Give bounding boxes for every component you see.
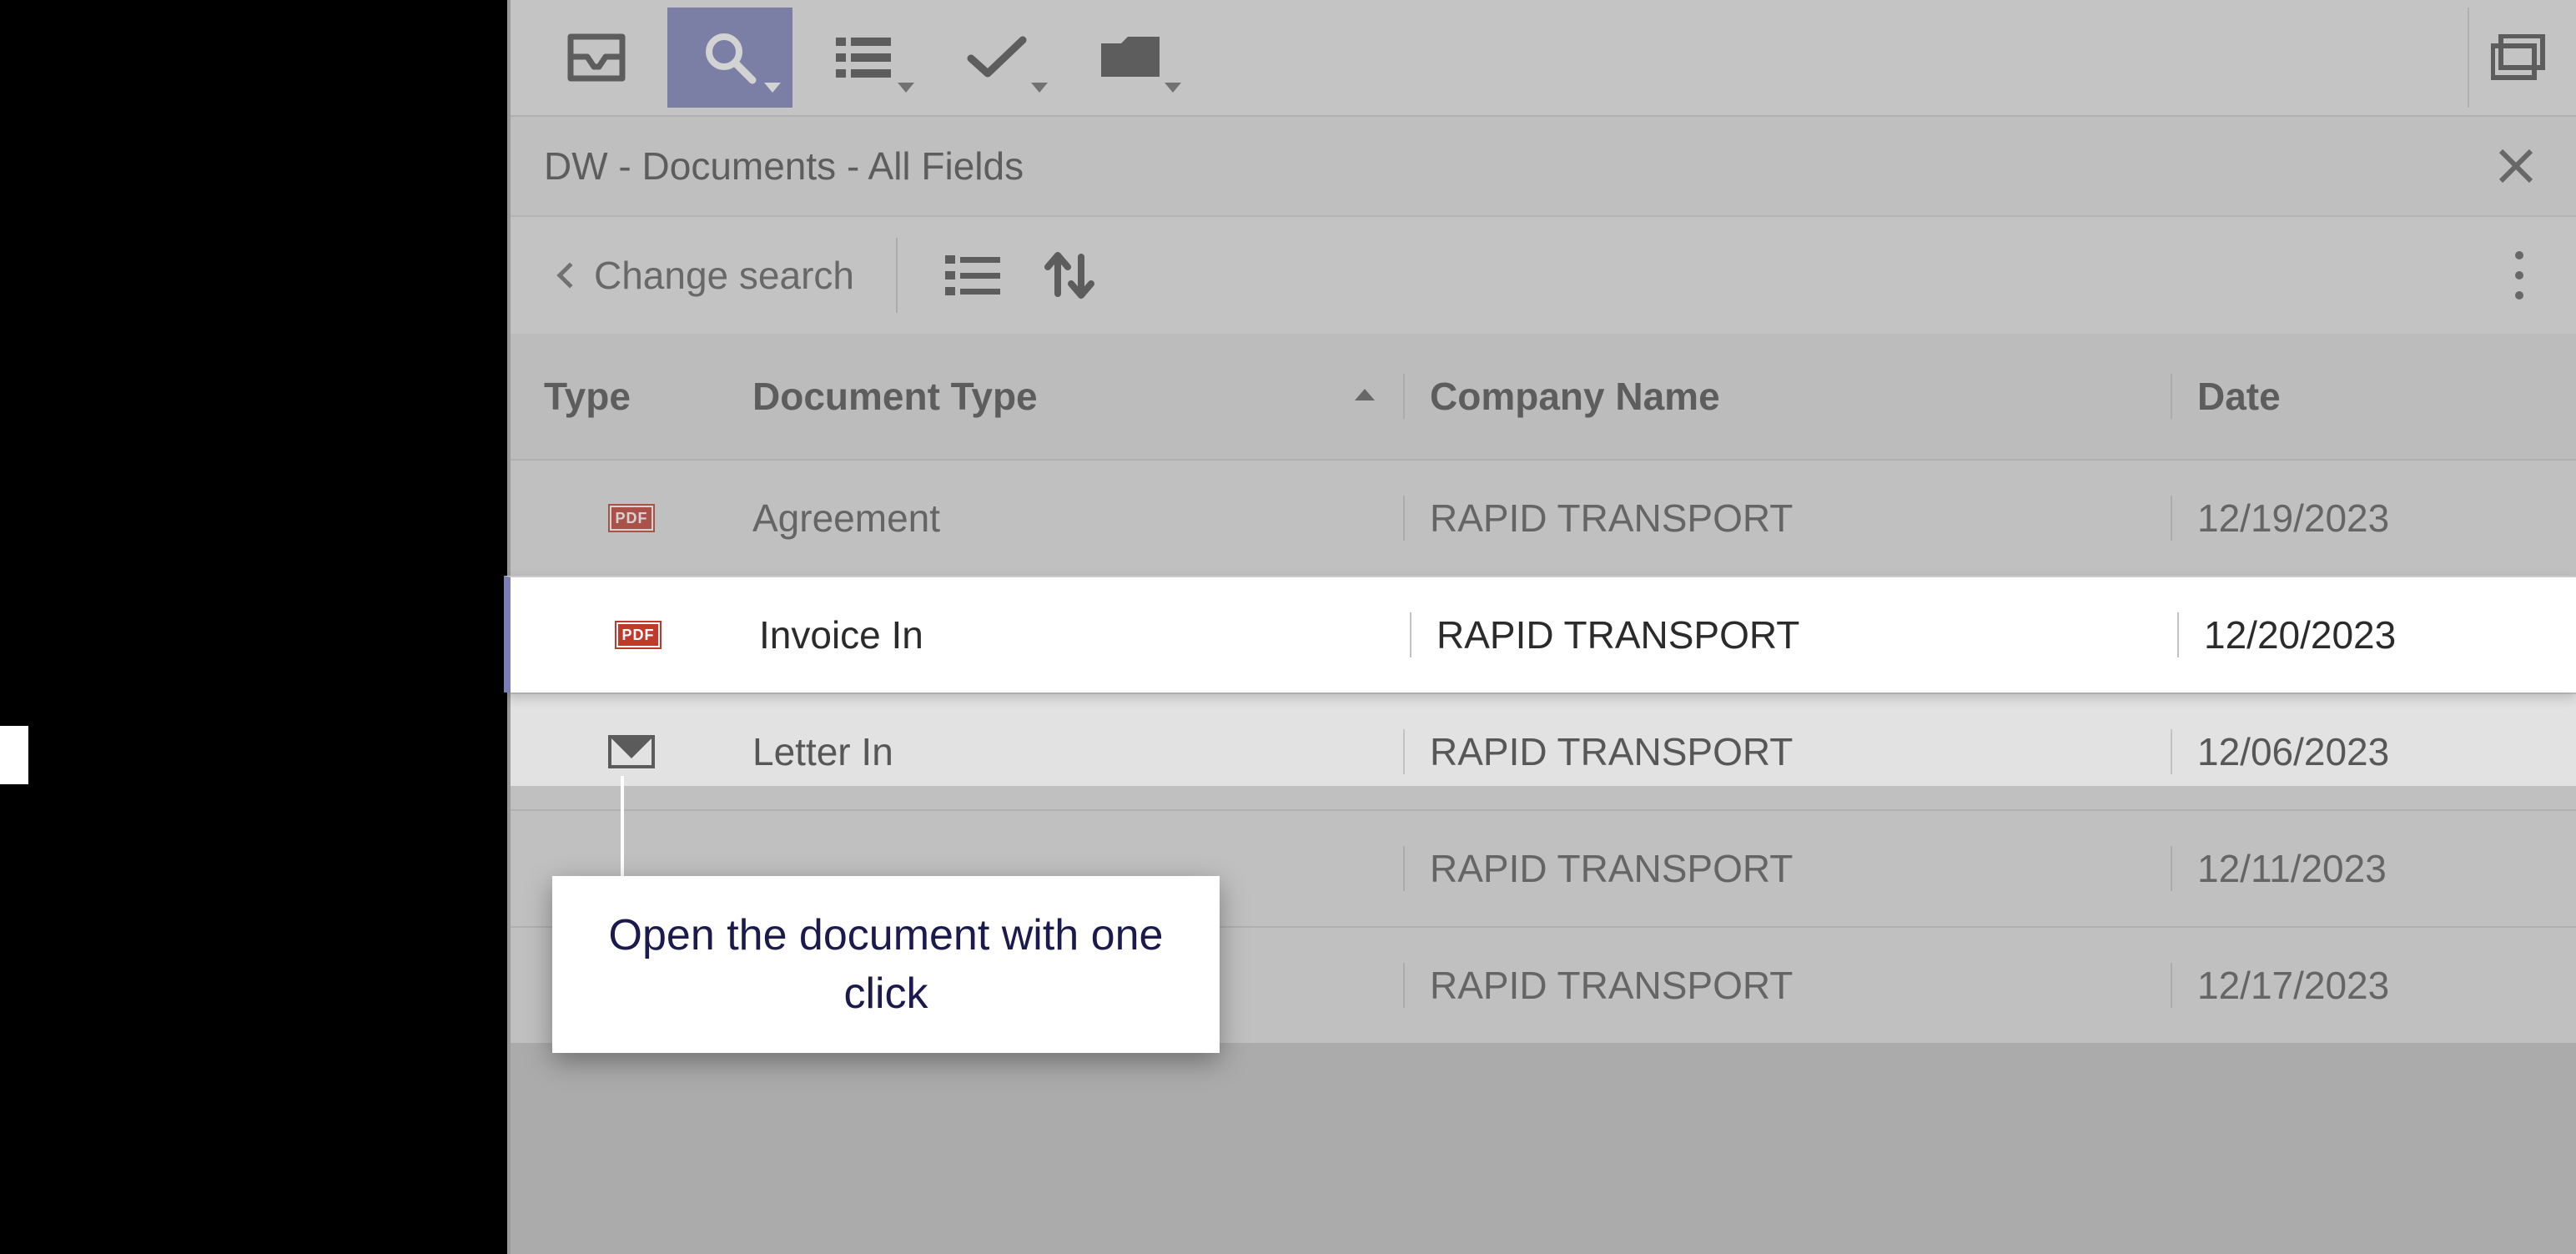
table-header: Type Document Type Company Name Date [511,334,2576,459]
cell-date: 12/06/2023 [2171,729,2576,774]
table-row[interactable]: PDF Invoice InRAPID TRANSPORT12/20/2023 [504,576,2576,692]
cell-company: RAPID TRANSPORT [1410,612,2177,657]
search-button[interactable] [667,8,792,108]
col-header-doctype[interactable]: Document Type [752,374,1403,419]
cell-date: 12/17/2023 [2171,963,2576,1008]
close-icon [2498,148,2534,184]
columns-icon [943,252,1002,299]
callout-connector [621,776,624,879]
callout-text: Open the document with one click [609,911,1164,1018]
callout-tooltip: Open the document with one click [552,876,1220,1053]
col-header-doctype-label: Document Type [752,375,1038,418]
folder-icon [1098,33,1163,82]
cell-date: 12/19/2023 [2171,496,2576,541]
col-header-type[interactable]: Type [511,374,752,419]
chevron-left-icon [556,262,582,288]
cell-company: RAPID TRANSPORT [1403,496,2171,541]
cell-company: RAPID TRANSPORT [1403,729,2171,774]
pdf-icon: PDF [610,506,653,531]
checkmark-icon [966,33,1028,82]
columns-button[interactable] [939,242,1006,309]
change-search-label: Change search [594,253,854,298]
cell-date: 12/11/2023 [2171,846,2576,891]
cell-doctype: Letter In [752,729,1403,774]
cell-type [511,735,752,768]
cell-date: 12/20/2023 [2177,612,2576,657]
divider [896,238,898,313]
cell-doctype: Agreement [752,496,1403,541]
cell-type: PDF [517,622,759,647]
sort-button[interactable] [1036,242,1103,309]
sort-asc-icon [1355,389,1375,400]
main-toolbar [511,0,2576,117]
table-row[interactable]: Letter InRAPID TRANSPORT12/06/2023 [511,692,2576,809]
list-icon [834,34,893,81]
inbox-icon [567,33,626,82]
cell-company: RAPID TRANSPORT [1403,963,2171,1008]
inbox-button[interactable] [534,8,659,108]
search-icon [702,30,757,85]
cell-type: PDF [511,506,752,531]
documents-panel: DW - Documents - All Fields Change searc… [507,0,2576,1254]
folder-button[interactable] [1068,8,1193,108]
chevron-down-icon [1031,83,1048,93]
tasks-button[interactable] [934,8,1059,108]
change-search-button[interactable]: Change search [561,253,854,298]
col-header-company[interactable]: Company Name [1403,374,2171,419]
title-bar: DW - Documents - All Fields [511,117,2576,217]
left-sliver [0,726,28,784]
close-button[interactable] [2493,143,2539,189]
list-view-button[interactable] [801,8,926,108]
windows-icon [2491,34,2546,81]
mail-icon [608,735,655,768]
table-row[interactable]: PDF AgreementRAPID TRANSPORT12/19/2023 [511,459,2576,576]
cell-company: RAPID TRANSPORT [1403,846,2171,891]
chevron-down-icon [1165,83,1181,93]
cell-doctype: Invoice In [759,612,1410,657]
chevron-down-icon [898,83,914,93]
col-header-type-label: Type [544,375,631,418]
sort-arrows-icon [1043,245,1096,305]
dot-icon [2515,251,2523,259]
action-bar: Change search [511,217,2576,334]
col-header-date[interactable]: Date [2171,374,2576,419]
more-actions-button[interactable] [2496,242,2543,309]
pdf-icon: PDF [616,622,660,647]
dot-icon [2515,271,2523,280]
col-header-company-label: Company Name [1430,375,1720,418]
windows-button[interactable] [2468,8,2568,108]
col-header-date-label: Date [2197,375,2281,418]
page-title: DW - Documents - All Fields [544,144,1024,189]
chevron-down-icon [764,83,781,93]
dot-icon [2515,291,2523,300]
